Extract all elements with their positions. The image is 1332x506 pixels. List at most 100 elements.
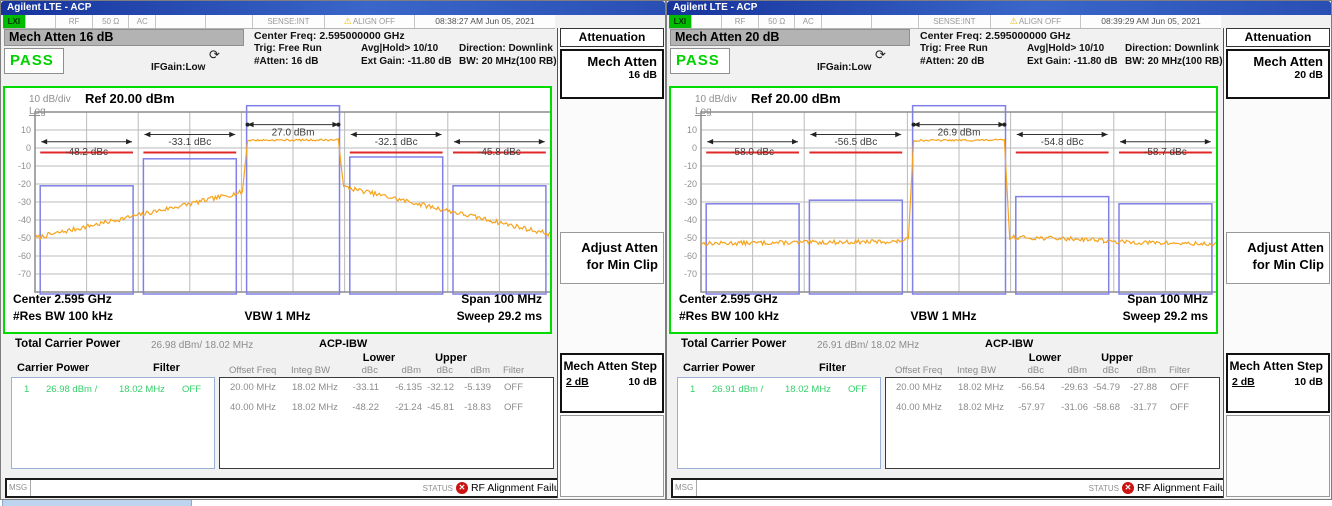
softkey-menu: Attenuation Mech Atten 16 dB Adjust Atte… [557, 28, 666, 498]
carrier-table: 1 26.91 dBm / 18.02 MHz OFF [677, 377, 881, 469]
carrier-power-header: Carrier Power [683, 362, 755, 374]
svg-text:-20: -20 [684, 179, 697, 189]
center-freq-label: Center Freq: 2.595000000 GHz [254, 30, 405, 42]
center-freq-label: Center Freq: 2.595000000 GHz [920, 30, 1071, 42]
carrier-index: 1 [24, 384, 29, 395]
softkey-adjust-atten[interactable]: Adjust Atten for Min Clip [560, 232, 664, 284]
offset-table-cell: 40.00 MHz [230, 402, 276, 413]
svg-text:-50: -50 [18, 233, 31, 243]
offset-filter-header: Filter [1169, 365, 1190, 376]
softkey-adjust-atten[interactable]: Adjust Atten for Min Clip [1226, 232, 1330, 284]
offset-table-cell: -48.22 [333, 402, 379, 413]
status-cell-empty [872, 15, 918, 28]
carrier-filter-value: OFF [848, 384, 867, 395]
mech-atten-label: Mech Atten [1228, 51, 1328, 69]
svg-text:27.0 dBm: 27.0 dBm [272, 127, 315, 138]
lxi-indicator: LXI [669, 15, 692, 28]
sense-status: SENSE:INT [919, 15, 991, 28]
svg-text:-30: -30 [18, 197, 31, 207]
offset-table-cell: 20.00 MHz [896, 382, 942, 393]
softkey-mech-atten[interactable]: Mech Atten 16 dB [560, 49, 664, 99]
upper-group-header: Upper [1075, 352, 1159, 364]
offset-table-cell: OFF [1170, 382, 1189, 393]
status-group: STATUS ✕ RF Alignment Failure [423, 482, 575, 494]
coupling-indicator: AC [795, 15, 822, 28]
adjust-atten-line1: Adjust Atten [561, 233, 663, 256]
lower-dbc-header: dBc [998, 365, 1044, 376]
svg-text:-70: -70 [18, 269, 31, 279]
step-value-alt[interactable]: 10 dB [1294, 376, 1323, 388]
ext-gain-label: Ext Gain: -11.80 dB [1027, 56, 1118, 67]
softkey-menu: Attenuation Mech Atten 20 dB Adjust Atte… [1223, 28, 1332, 498]
offset-table-cell: -27.88 [1111, 382, 1157, 393]
svg-text:10: 10 [687, 125, 697, 135]
step-value-selected[interactable]: 2 dB [1232, 376, 1255, 388]
menu-title: Attenuation [1226, 28, 1330, 47]
softkey-mech-atten[interactable]: Mech Atten 20 dB [1226, 49, 1330, 99]
mech-atten-value: 16 dB [562, 69, 662, 81]
softkey-mech-atten-step[interactable]: Mech Atten Step 2 dB 10 dB [560, 353, 664, 413]
filter-header: Filter [819, 362, 846, 374]
softkey-mech-atten-step[interactable]: Mech Atten Step 2 dB 10 dB [1226, 353, 1330, 413]
sweep-readout: Sweep 29.2 ms [1123, 309, 1208, 323]
coupling-indicator: AC [129, 15, 156, 28]
step-values: 2 dB 10 dB [1228, 376, 1328, 392]
impedance-indicator: 50 Ω [93, 15, 130, 28]
svg-text:-48.2 dBc: -48.2 dBc [65, 147, 108, 158]
offset-table-cell: OFF [504, 382, 523, 393]
spectrum-plot: 100-10-20-30-40-50-60-70-58.0 dBc-56.5 d… [671, 102, 1216, 298]
svg-text:-45.8 dBc: -45.8 dBc [478, 147, 521, 158]
clock: 08:39:29 AM Jun 05, 2021 [1081, 15, 1221, 28]
trigger-label: Trig: Free Run [920, 43, 988, 54]
direction-label: Direction: Downlink [1125, 43, 1219, 54]
svg-text:-60: -60 [684, 251, 697, 261]
svg-text:-58.0 dBc: -58.0 dBc [731, 147, 774, 158]
svg-text:-70: -70 [684, 269, 697, 279]
status-cell-empty [26, 15, 57, 28]
menu-title: Attenuation [560, 28, 664, 47]
carrier-power-value: 26.91 dBm / [712, 384, 763, 395]
offset-table-group-header: Lower Upper [219, 352, 554, 364]
svg-text:-10: -10 [684, 161, 697, 171]
status-cell-empty [156, 15, 206, 28]
step-value-selected[interactable]: 2 dB [566, 376, 589, 388]
measurement-mode-label: ACP-IBW [319, 338, 367, 350]
pass-fail-badge: PASS [4, 48, 64, 74]
carrier-table: 1 26.98 dBm / 18.02 MHz OFF [11, 377, 215, 469]
integ-bw-header: Integ BW [957, 365, 996, 376]
clock: 08:38:27 AM Jun 05, 2021 [415, 15, 555, 28]
adjust-atten-line2: for Min Clip [1227, 256, 1329, 273]
rf-indicator: RF [56, 15, 93, 28]
center-freq-readout: Center 2.595 GHz [679, 292, 778, 306]
offset-table-cell: 18.02 MHz [958, 382, 1004, 393]
window-titlebar[interactable]: Agilent LTE - ACP [667, 1, 1331, 15]
offset-freq-header: Offset Freq [229, 365, 276, 376]
span-readout: Span 100 MHz [1127, 292, 1208, 306]
carrier-table-header: Carrier Power Filter [11, 362, 215, 375]
offset-table-cell: -31.77 [1111, 402, 1157, 413]
offset-table-cell: 18.02 MHz [292, 382, 338, 393]
step-value-alt[interactable]: 10 dB [628, 376, 657, 388]
status-group: STATUS ✕ RF Alignment Failure [1089, 482, 1241, 494]
window-titlebar[interactable]: Agilent LTE - ACP [1, 1, 665, 15]
message-status-bar: MSG STATUS ✕ RF Alignment Failure [5, 478, 577, 498]
offset-table-cell: -57.97 [999, 402, 1045, 413]
msg-label: MSG [7, 480, 31, 496]
offset-table-column-headers: Offset Freq Integ BW dBc dBm dBc dBm Fil… [885, 365, 1220, 377]
error-icon: ✕ [456, 482, 468, 494]
instrument-status-bar: LXI RF 50 Ω AC SENSE:INT ⚠ALIGN OFF 08:3… [3, 15, 555, 29]
vbw-readout: VBW 1 MHz [245, 309, 311, 323]
continuous-sweep-icon: ⟳ [209, 47, 220, 63]
bandwidth-label: BW: 20 MHz(100 RB) [459, 56, 557, 67]
rf-indicator: RF [722, 15, 759, 28]
offset-table-row: 20.00 MHz18.02 MHz-33.11-6.135-32.12-5.1… [220, 382, 553, 402]
analyzer-window-1: Agilent LTE - ACP LXI RF 50 Ω AC SENSE:I… [0, 0, 666, 500]
svg-text:-33.1 dBc: -33.1 dBc [168, 137, 211, 148]
offset-table-cell: 18.02 MHz [958, 402, 1004, 413]
lxi-indicator: LXI [3, 15, 26, 28]
svg-text:-20: -20 [18, 179, 31, 189]
offset-table-cell: OFF [1170, 402, 1189, 413]
integ-bw-header: Integ BW [291, 365, 330, 376]
background-window-fragment[interactable] [2, 499, 192, 506]
offset-table-column-headers: Offset Freq Integ BW dBc dBm dBc dBm Fil… [219, 365, 554, 377]
